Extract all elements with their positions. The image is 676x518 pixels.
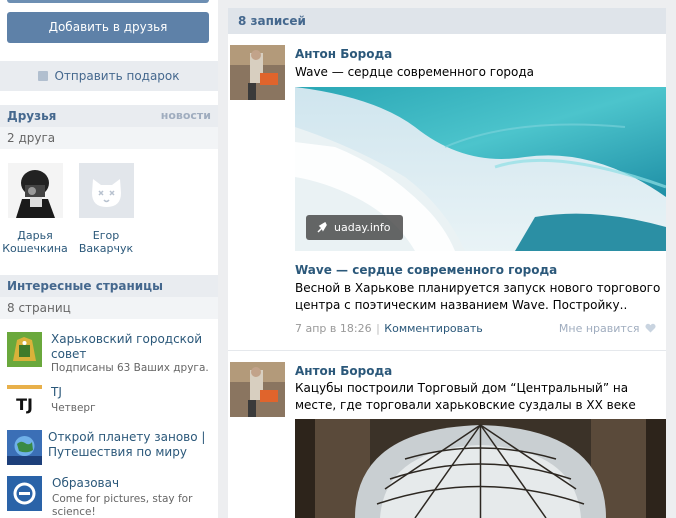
friends-title: Друзья: [7, 109, 57, 123]
page-name[interactable]: Харьковский городской совет: [51, 332, 216, 362]
post-text: Кацубы построили Торговый дом “Центральн…: [295, 381, 636, 412]
friend-last-name: Вакарчук: [78, 242, 134, 255]
friend-name[interactable]: Дарья Кошечкина: [0, 229, 70, 255]
svg-text:TJ: TJ: [16, 395, 33, 414]
page-name[interactable]: Открой планету заново | Путешествия по м…: [48, 430, 213, 460]
send-gift-label: Отправить подарок: [54, 69, 180, 83]
friend-last-name: Кошечкина: [2, 242, 68, 255]
meta-separator: |: [372, 322, 384, 335]
button-edge: [7, 0, 209, 3]
interesting-pages-header[interactable]: Интересные страницы: [0, 275, 218, 297]
interesting-pages-count: 8 страниц: [0, 297, 218, 319]
friends-count: 2 друга: [0, 127, 218, 149]
tj-logo[interactable]: TJ: [7, 385, 42, 420]
travel-page-logo[interactable]: [7, 430, 42, 465]
wall: 8 записей Антон Борода Wave — сердце сов…: [228, 8, 666, 518]
post-image[interactable]: [295, 419, 666, 518]
interesting-pages-title: Интересные страницы: [7, 279, 163, 293]
friend-card[interactable]: Дарья Кошечкина: [0, 163, 70, 255]
city-council-logo[interactable]: [7, 332, 42, 367]
friends-news-link[interactable]: новости: [161, 105, 211, 127]
profile-actions: Добавить в друзья: [0, 0, 218, 52]
page-name[interactable]: TJ: [51, 385, 216, 400]
obrazovach-logo[interactable]: [7, 476, 42, 511]
post-image[interactable]: uaday.info: [295, 87, 666, 251]
friends-header[interactable]: Друзья новости: [0, 105, 218, 127]
page-desc: Подписаны 63 Ваших друга.: [51, 362, 209, 374]
post-divider: [228, 350, 666, 351]
gallery-dome-image[interactable]: [295, 419, 666, 518]
page-name[interactable]: Образовач: [52, 476, 217, 491]
link-description: Весной в Харькове планируется запуск нов…: [295, 281, 661, 312]
interesting-page-item[interactable]: TJ TJ Четверг: [7, 385, 212, 423]
friend-avatar[interactable]: [78, 163, 134, 218]
add-friend-button[interactable]: Добавить в друзья: [7, 12, 209, 43]
like-label: Мне нравится: [558, 322, 640, 335]
interesting-page-item[interactable]: Харьковский городской совет Подписаны 63…: [7, 332, 212, 374]
post-meta: 7 апр в 18:26 | Комментировать: [295, 322, 483, 335]
interesting-page-item[interactable]: Образовач Come for pictures, stay for sc…: [7, 476, 212, 518]
left-column: Добавить в друзья Отправить подарок Друз…: [0, 0, 218, 518]
post-text: Wave — сердце современного города: [295, 65, 535, 79]
friend-first-name: Дарья: [17, 229, 53, 242]
link-icon: [317, 222, 327, 233]
friend-avatar[interactable]: [7, 163, 63, 218]
wall-header[interactable]: 8 записей: [228, 8, 666, 34]
post-date[interactable]: 7 апр в 18:26: [295, 322, 372, 335]
author-avatar[interactable]: [230, 362, 285, 417]
comment-link[interactable]: Комментировать: [384, 322, 482, 335]
gift-icon: [38, 71, 49, 81]
page-desc: Come for pictures, stay for science!: [52, 493, 193, 518]
friend-name[interactable]: Егор Вакарчук: [71, 229, 141, 255]
link-source-chip[interactable]: uaday.info: [306, 215, 403, 240]
like-button[interactable]: Мне нравится: [559, 322, 656, 335]
send-gift-button[interactable]: Отправить подарок: [0, 61, 218, 91]
friend-card[interactable]: Егор Вакарчук: [71, 163, 141, 255]
post-author[interactable]: Антон Борода: [295, 364, 392, 378]
interesting-page-item[interactable]: Открой планету заново | Путешествия по м…: [7, 430, 212, 468]
link-title[interactable]: Wave — сердце современного города: [295, 263, 557, 277]
link-source-label: uaday.info: [334, 221, 391, 234]
heart-icon: [645, 323, 656, 333]
friend-first-name: Егор: [92, 229, 120, 242]
page-desc: Четверг: [51, 402, 96, 414]
post-author[interactable]: Антон Борода: [295, 47, 392, 61]
author-avatar[interactable]: [230, 45, 285, 100]
